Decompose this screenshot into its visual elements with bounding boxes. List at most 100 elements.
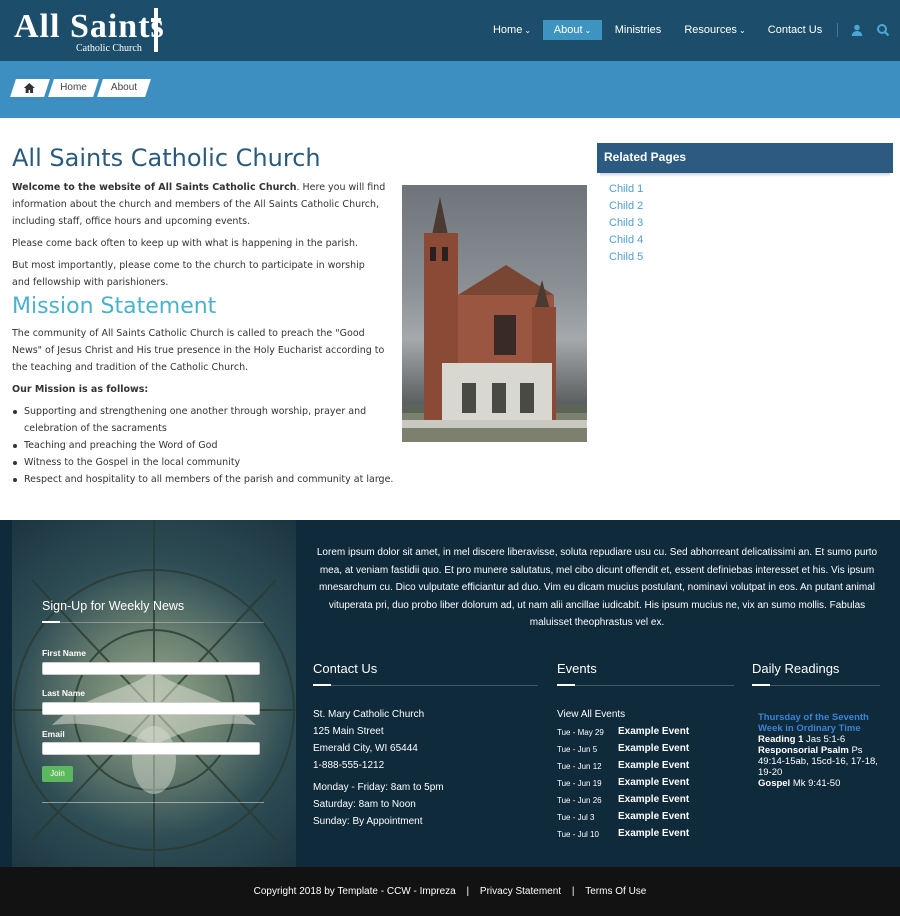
- gospel-ref: Mk 9:41-50: [792, 778, 841, 789]
- responsorial-psalm: Responsorial Psalm Ps 49:14-15ab, 15cd-1…: [758, 745, 883, 778]
- signup-title: Sign-Up for Weekly News: [42, 599, 185, 613]
- breadcrumb-about-label: About: [110, 82, 138, 93]
- event-date: Tue - Jul 10: [557, 830, 599, 839]
- event-date: Tue - Jul 3: [557, 813, 595, 822]
- readings-title-rule: [770, 685, 880, 686]
- mission-list-item: Witness to the Gospel in the local commu…: [13, 454, 404, 471]
- contact-line: Emerald City, WI 65444: [313, 743, 418, 754]
- event-link[interactable]: Example Event: [618, 828, 689, 839]
- reading-day[interactable]: Thursday of the Seventh Week in Ordinary…: [758, 712, 883, 734]
- home-icon: [12, 79, 46, 101]
- related-link-child-1[interactable]: Child 1: [609, 183, 643, 195]
- nav-ministries-label: Ministries: [614, 24, 662, 36]
- separator: |: [466, 886, 470, 897]
- contact-line: 125 Main Street: [313, 726, 384, 737]
- contact-hours: Monday - Friday: 8am to 5pm: [313, 782, 444, 793]
- email-label: Email: [42, 729, 65, 739]
- separator: |: [571, 886, 575, 897]
- nav-about[interactable]: About ⌄: [543, 20, 602, 40]
- view-all-events-link[interactable]: View All Events: [557, 709, 625, 720]
- signup-title-underline: [42, 621, 60, 623]
- event-link[interactable]: Example Event: [618, 811, 689, 822]
- event-link[interactable]: Example Event: [618, 743, 689, 754]
- related-link-child-3[interactable]: Child 3: [609, 217, 643, 229]
- nav-contact[interactable]: Contact Us: [765, 20, 825, 40]
- event-date: Tue - Jun 12: [557, 762, 602, 771]
- signup-divider: [42, 802, 264, 803]
- first-name-label: First Name: [42, 648, 86, 658]
- privacy-link[interactable]: Privacy Statement: [480, 886, 561, 897]
- paragraph-2: Please come back often to keep up with w…: [12, 238, 359, 249]
- reading-1-label: Reading 1: [758, 734, 804, 745]
- chevron-down-icon: ⌄: [738, 26, 746, 35]
- copyright-line: Copyright 2018 by Template - CCW - Impre…: [0, 886, 900, 897]
- reading-1: Reading 1 Jas 5:1-6: [758, 734, 883, 745]
- last-name-field[interactable]: [42, 702, 260, 715]
- mission-subtitle: Our Mission is as follows:: [12, 384, 149, 395]
- nav-home[interactable]: Home ⌄: [490, 20, 534, 40]
- related-link-child-4[interactable]: Child 4: [609, 234, 643, 246]
- page-title: All Saints Catholic Church: [12, 144, 321, 172]
- search-icon[interactable]: [876, 23, 890, 37]
- event-link[interactable]: Example Event: [618, 726, 689, 737]
- logo-text: All Saints: [14, 8, 165, 45]
- events-title-rule: [575, 685, 734, 686]
- breadcrumb-item-home[interactable]: Home: [48, 79, 99, 97]
- cross-icon: [151, 8, 161, 52]
- reading-1-ref: Jas 5:1-6: [806, 734, 846, 745]
- signup-title-rule: [60, 622, 264, 623]
- event-link[interactable]: Example Event: [618, 794, 689, 805]
- mission-list-item: Supporting and strengthening one another…: [13, 403, 394, 437]
- events-title: Events: [557, 661, 597, 676]
- intro-bold: Welcome to the website of All Saints Cat…: [12, 182, 297, 193]
- last-name-label: Last Name: [42, 688, 85, 698]
- mission-title: Mission Statement: [12, 294, 217, 319]
- event-date: Tue - Jun 26: [557, 796, 602, 805]
- mission-text: The community of All Saints Catholic Chu…: [12, 328, 385, 373]
- intro-paragraph: Welcome to the website of All Saints Cat…: [12, 179, 392, 230]
- event-link[interactable]: Example Event: [618, 777, 689, 788]
- logo-subtitle: Catholic Church: [76, 43, 142, 54]
- email-field[interactable]: [42, 742, 260, 755]
- contact-hours: Saturday: 8am to Noon: [313, 799, 416, 810]
- related-pages-shadow: [600, 173, 890, 177]
- nav-contact-label: Contact Us: [767, 24, 823, 36]
- readings-title: Daily Readings: [752, 661, 840, 676]
- readings-title-underline: [752, 684, 770, 686]
- nav-divider: [837, 23, 838, 37]
- mission-list-item: Respect and hospitality to all members o…: [13, 471, 404, 488]
- paragraph-3: But most importantly, please come to the…: [12, 260, 365, 288]
- user-icon[interactable]: [850, 23, 864, 37]
- psalm-label: Responsorial Psalm: [758, 745, 849, 756]
- contact-title-rule: [331, 685, 538, 686]
- breadcrumb-item-about[interactable]: About: [97, 79, 151, 97]
- nav-home-label: Home: [492, 24, 523, 36]
- breadcrumb-home-label: Home: [60, 82, 87, 93]
- contact-hours: Sunday: By Appointment: [313, 816, 423, 827]
- related-link-child-2[interactable]: Child 2: [609, 200, 643, 212]
- contact-title-underline: [313, 684, 331, 686]
- related-link-child-5[interactable]: Child 5: [609, 251, 643, 263]
- breadcrumb-home[interactable]: [10, 79, 50, 97]
- contact-phone[interactable]: 1-888-555-1212: [313, 760, 384, 771]
- first-name-field[interactable]: [42, 662, 260, 675]
- event-date: Tue - Jun 5: [557, 745, 598, 754]
- contact-line: St. Mary Catholic Church: [313, 709, 425, 720]
- join-button[interactable]: Join: [42, 766, 73, 782]
- footer-intro-text: Lorem ipsum dolor sit amet, in mel disce…: [316, 547, 878, 628]
- nav-ministries[interactable]: Ministries: [612, 20, 664, 40]
- chevron-down-icon: ⌄: [524, 26, 532, 35]
- event-link[interactable]: Example Event: [618, 760, 689, 771]
- chevron-down-icon: ⌄: [584, 26, 592, 35]
- gospel-label: Gospel: [758, 778, 791, 789]
- nav-about-label: About: [553, 24, 583, 36]
- nav-resources[interactable]: Resources ⌄: [683, 20, 747, 40]
- copyright-text: Copyright 2018 by Template - CCW - Impre…: [253, 886, 456, 897]
- gospel: Gospel Mk 9:41-50: [758, 778, 883, 789]
- mission-list-item: Teaching and preaching the Word of God: [13, 437, 404, 454]
- events-title-underline: [557, 684, 575, 686]
- terms-link[interactable]: Terms Of Use: [585, 886, 646, 897]
- nav-resources-label: Resources: [684, 24, 737, 36]
- site-logo[interactable]: All Saints Catholic Church: [14, 8, 166, 54]
- church-image: [402, 185, 587, 442]
